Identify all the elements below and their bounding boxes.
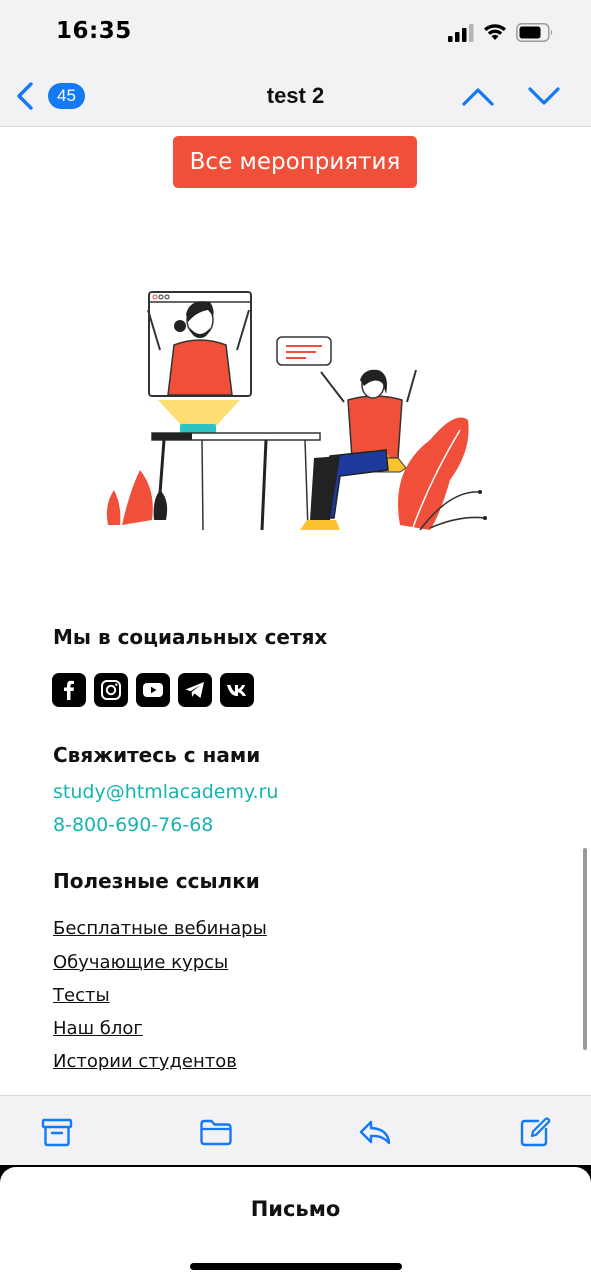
bottom-sheet: Письмо (0, 1165, 591, 1280)
all-events-button[interactable]: Все мероприятия (173, 136, 417, 188)
link-student-stories[interactable]: Истории студентов (53, 1051, 237, 1072)
link-tests[interactable]: Тесты (53, 985, 110, 1006)
next-message-button[interactable] (526, 80, 562, 112)
sheet-panel[interactable]: Письмо (0, 1167, 591, 1280)
wifi-icon (484, 24, 506, 40)
bottom-toolbar (0, 1095, 591, 1165)
contact-email-link[interactable]: study@htmlacademy.ru (53, 781, 278, 803)
nav-bar: 45 test 2 (0, 66, 591, 127)
previous-message-button[interactable] (460, 80, 496, 112)
link-blog[interactable]: Наш блог (53, 1018, 143, 1039)
youtube-icon[interactable] (136, 673, 170, 707)
battery-icon (516, 23, 553, 42)
reply-icon[interactable] (358, 1116, 392, 1148)
social-links (52, 673, 254, 707)
social-section-title: Мы в социальных сетях (53, 625, 328, 649)
status-bar: 16:35 (0, 0, 591, 66)
instagram-icon[interactable] (94, 673, 128, 707)
back-button[interactable]: 45 (14, 78, 90, 114)
link-courses[interactable]: Обучающие курсы (53, 952, 228, 973)
folder-icon[interactable] (199, 1116, 233, 1148)
contact-section-title: Свяжитесь с нами (53, 743, 261, 767)
sheet-title: Письмо (250, 1197, 341, 1221)
mail-screen: 16:35 45 test 2 Все мероприятия Мы в соц… (0, 0, 591, 1280)
contact-phone-link[interactable]: 8-800-690-76-68 (53, 814, 213, 836)
status-time: 16:35 (56, 18, 132, 44)
telegram-icon[interactable] (178, 673, 212, 707)
chevron-left-icon (17, 82, 33, 110)
link-free-webinars[interactable]: Бесплатные вебинары (53, 918, 267, 939)
cellular-signal-icon (448, 24, 474, 42)
chevron-down-icon (528, 87, 560, 105)
facebook-icon[interactable] (52, 673, 86, 707)
vk-icon[interactable] (220, 673, 254, 707)
home-indicator[interactable] (190, 1263, 402, 1270)
online-learning-illustration (106, 291, 487, 531)
archive-icon[interactable] (40, 1116, 74, 1148)
chevron-up-icon (462, 88, 494, 106)
compose-icon[interactable] (518, 1116, 552, 1148)
useful-links-title: Полезные ссылки (53, 869, 260, 893)
unread-count-badge: 45 (48, 83, 85, 109)
scrollbar[interactable] (583, 848, 587, 1050)
